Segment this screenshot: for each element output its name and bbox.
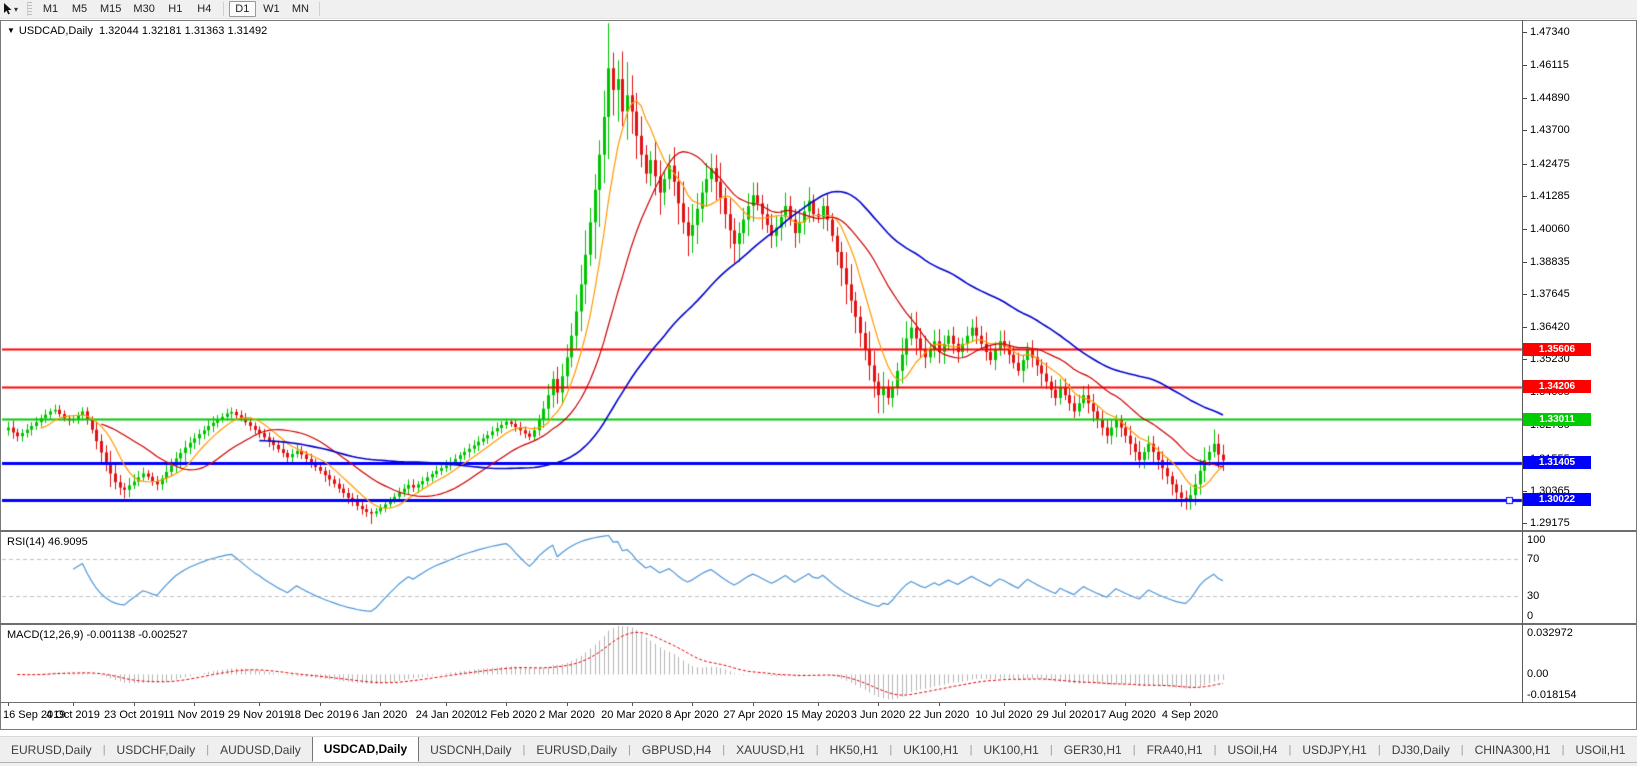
price-tick-mark	[1523, 294, 1527, 295]
hline-price-badge: 1.35606	[1523, 343, 1591, 356]
trading-app: ▾ M1M5M15M30H1H4D1W1MN ▼USDCAD,Daily 1.3…	[0, 0, 1637, 766]
macd-indicator-label: MACD(12,26,9) -0.001138 -0.002527	[7, 629, 188, 641]
date-label: 2 Mar 2020	[539, 709, 595, 721]
date-tick-mark	[8, 703, 9, 706]
hline-price-badge: 1.31405	[1523, 456, 1591, 469]
date-label: 17 Aug 2020	[1094, 709, 1156, 721]
date-label: 27 Apr 2020	[723, 709, 782, 721]
pane-separator-rsi-macd[interactable]	[0, 623, 1637, 625]
price-tick-mark	[1523, 359, 1527, 360]
macd-axis-tick: 0.00	[1527, 668, 1548, 680]
date-label: 20 Mar 2020	[601, 709, 663, 721]
date-label: 4 Sep 2020	[1162, 709, 1218, 721]
date-tick-mark	[939, 703, 940, 706]
price-tick-mark	[1523, 229, 1527, 230]
chart-title: ▼ USDCAD,Daily 1.32044 1.32181 1.31363 1.…	[7, 25, 267, 37]
date-label: 23 Oct 2019	[104, 709, 164, 721]
date-label: 12 Feb 2020	[475, 709, 537, 721]
rsi-axis-tick: 0	[1527, 610, 1533, 622]
price-tick-mark	[1523, 164, 1527, 165]
date-tick-mark	[692, 703, 693, 706]
date-tick-mark	[446, 703, 447, 706]
date-label: 18 Dec 2019	[289, 709, 351, 721]
hline-price-badge: 1.34206	[1523, 380, 1591, 393]
date-tick-mark	[320, 703, 321, 706]
rsi-axis-tick: 30	[1527, 590, 1539, 602]
price-tick-mark	[1523, 196, 1527, 197]
date-tick-mark	[1065, 703, 1066, 706]
date-tick-mark	[134, 703, 135, 706]
price-axis-tick: 1.36420	[1530, 321, 1570, 333]
rsi-axis-tick: 70	[1527, 553, 1539, 565]
date-tick-mark	[753, 703, 754, 706]
chart-dropdown-icon[interactable]: ▼	[7, 26, 15, 35]
price-axis-tick: 1.43700	[1530, 124, 1570, 136]
date-label: 15 May 2020	[786, 709, 850, 721]
date-tick-mark	[632, 703, 633, 706]
rsi-indicator-label: RSI(14) 46.9095	[7, 536, 88, 548]
date-label: 4 Oct 2019	[46, 709, 100, 721]
date-label: 29 Jul 2020	[1037, 709, 1094, 721]
date-tick-mark	[380, 703, 381, 706]
chart-symbol-label: USDCAD,Daily	[19, 25, 93, 37]
date-tick-mark	[1190, 703, 1191, 706]
date-tick-mark	[1125, 703, 1126, 706]
price-axis-tick: 1.29175	[1530, 517, 1570, 529]
chart-canvas[interactable]	[0, 0, 1637, 766]
date-tick-mark	[259, 703, 260, 706]
date-tick-mark	[506, 703, 507, 706]
tab-usdcad-daily[interactable]: USDCAD,Daily	[312, 736, 419, 762]
date-label: 3 Jun 2020	[851, 709, 905, 721]
date-label: 22 Jun 2020	[909, 709, 970, 721]
date-label: 6 Jan 2020	[353, 709, 407, 721]
price-axis-tick: 1.38835	[1530, 256, 1570, 268]
date-tick-mark	[567, 703, 568, 706]
price-tick-mark	[1523, 523, 1527, 524]
date-label: 29 Nov 2019	[228, 709, 290, 721]
price-axis-tick: 1.40060	[1530, 223, 1570, 235]
price-tick-mark	[1523, 327, 1527, 328]
price-axis-tick: 1.41285	[1530, 190, 1570, 202]
price-axis-line	[1522, 20, 1523, 703]
pane-separator-price-rsi[interactable]	[0, 530, 1637, 532]
price-axis-tick: 1.42475	[1530, 158, 1570, 170]
price-axis-tick: 1.46115	[1530, 59, 1569, 71]
macd-axis-tick: -0.018154	[1527, 689, 1577, 701]
price-tick-mark	[1523, 32, 1527, 33]
price-axis-tick: 1.47340	[1530, 26, 1570, 38]
rsi-axis-tick: 100	[1527, 534, 1545, 546]
date-label: 8 Apr 2020	[665, 709, 718, 721]
date-tick-mark	[878, 703, 879, 706]
date-tick-mark	[73, 703, 74, 706]
price-tick-mark	[1523, 262, 1527, 263]
hline-price-badge: 1.30022	[1523, 493, 1591, 506]
date-tick-mark	[194, 703, 195, 706]
macd-axis-tick: 0.032972	[1527, 627, 1573, 639]
price-axis-tick: 1.44890	[1530, 92, 1570, 104]
date-label: 11 Nov 2019	[163, 709, 225, 721]
price-tick-mark	[1523, 491, 1527, 492]
price-tick-mark	[1523, 130, 1527, 131]
date-tick-mark	[818, 703, 819, 706]
date-tick-mark	[1004, 703, 1005, 706]
chart-ohlc-values: 1.32044 1.32181 1.31363 1.31492	[93, 25, 267, 37]
date-label: 24 Jan 2020	[416, 709, 477, 721]
price-tick-mark	[1523, 98, 1527, 99]
hline-price-badge: 1.33011	[1523, 413, 1591, 426]
date-label: 10 Jul 2020	[976, 709, 1033, 721]
price-tick-mark	[1523, 65, 1527, 66]
price-axis-tick: 1.37645	[1530, 288, 1570, 300]
